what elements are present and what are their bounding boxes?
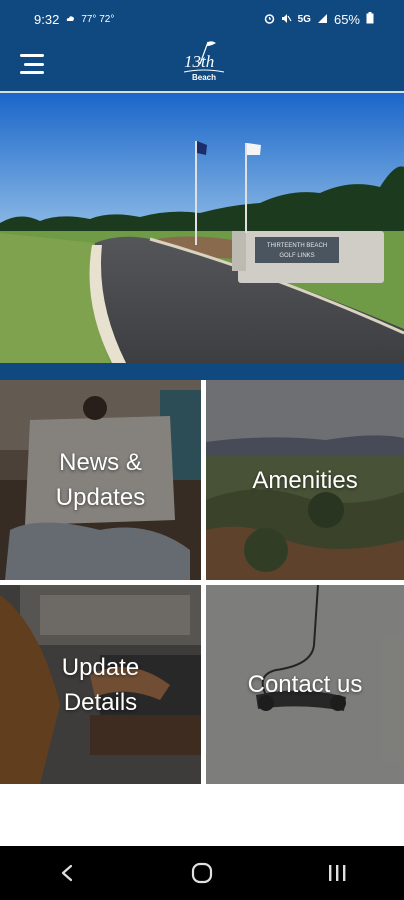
hamburger-menu-icon[interactable] (20, 54, 44, 74)
network-label: 5G (297, 13, 311, 25)
home-icon[interactable] (172, 853, 232, 893)
logo: 13th Beach (178, 38, 230, 88)
tile-news-updates-label: News & Updates (55, 449, 146, 511)
hero-image: THIRTEENTH BEACH GOLF LINKS (0, 93, 404, 363)
system-nav-bar (0, 846, 404, 900)
golf-course-entrance-photo: THIRTEENTH BEACH GOLF LINKS (0, 93, 404, 363)
status-bar: 9:32 77° 72° 5G 65% (0, 0, 404, 38)
signal-icon (317, 12, 328, 27)
sign-line2: GOLF LINKS (279, 253, 314, 259)
tile-amenities[interactable]: Amenities (206, 380, 404, 580)
tile-update-details-label: Update Details (61, 653, 140, 716)
tile-divider-horizontal (0, 580, 404, 585)
back-icon[interactable] (37, 853, 97, 893)
logo-number: 13th (184, 52, 215, 71)
status-right: 5G 65% (264, 11, 374, 27)
status-time: 9:32 (34, 11, 60, 27)
battery-percent: 65% (333, 11, 360, 27)
tile-news-updates[interactable]: News & Updates (0, 380, 201, 580)
tile-update-details[interactable]: Update Details (0, 585, 201, 784)
recents-icon[interactable] (307, 853, 367, 893)
mute-icon (281, 12, 292, 27)
hero-band (0, 363, 404, 380)
sign-line1: THIRTEENTH BEACH (267, 243, 327, 249)
tile-amenities-label: Amenities (252, 466, 358, 494)
alarm-icon (264, 12, 275, 27)
status-weather: 77° 72° (81, 13, 115, 25)
status-left: 9:32 77° 72° (34, 12, 114, 27)
weather-icon (65, 12, 75, 27)
app-header: 13th Beach (0, 38, 404, 91)
logo-word: Beach (192, 73, 217, 82)
tile-contact-us-label: Contact us (247, 671, 363, 698)
tile-contact-us[interactable]: Contact us (206, 585, 404, 784)
battery-icon (366, 11, 374, 27)
